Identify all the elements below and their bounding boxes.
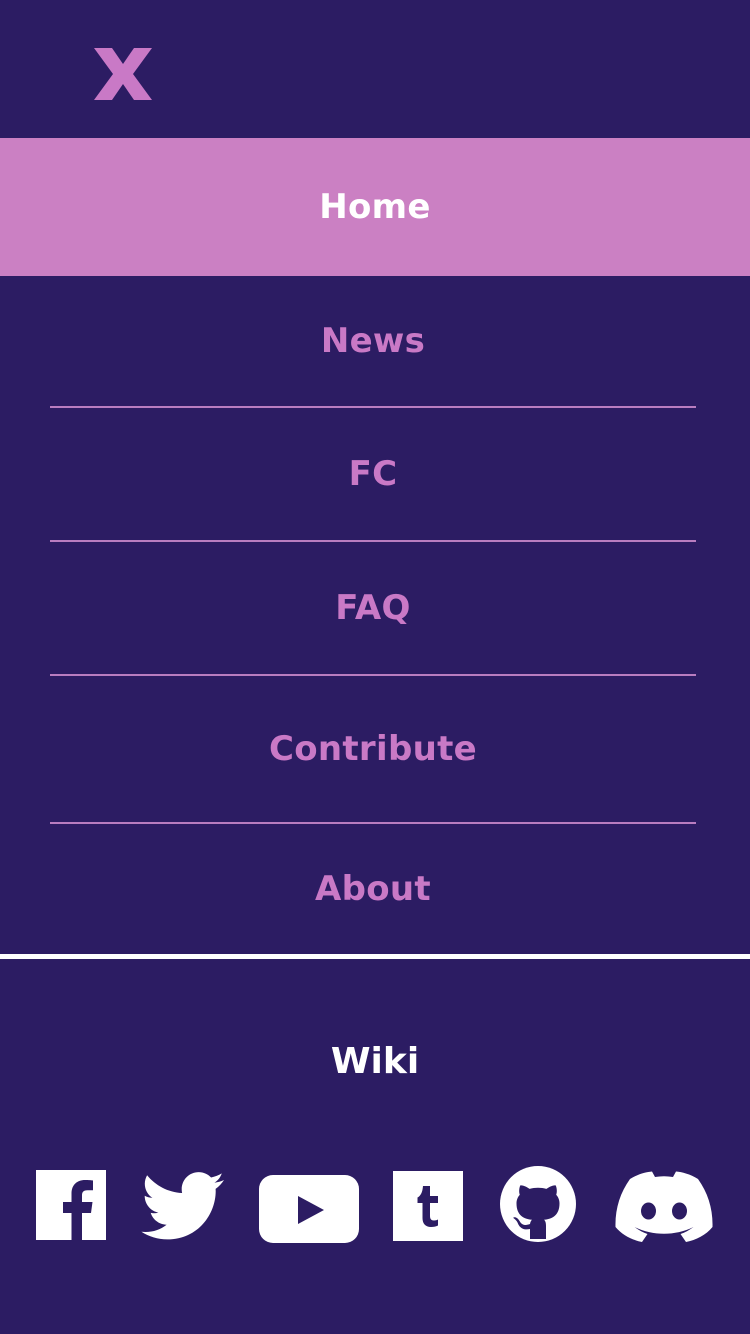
- nav-item-fc[interactable]: FC: [50, 408, 696, 540]
- tumblr-link[interactable]: [392, 1165, 464, 1243]
- youtube-link[interactable]: [258, 1165, 360, 1243]
- nav-item-news[interactable]: News: [50, 276, 696, 406]
- nav-item-label: About: [315, 869, 431, 909]
- discord-link[interactable]: [614, 1165, 714, 1243]
- nav-item-label: Home: [319, 187, 431, 227]
- nav-item-home[interactable]: Home: [0, 138, 750, 276]
- menu-header: [0, 0, 750, 138]
- facebook-link[interactable]: [36, 1165, 106, 1241]
- facebook-icon: [36, 1170, 106, 1240]
- twitter-link[interactable]: [140, 1165, 226, 1243]
- twitter-icon: [141, 1172, 224, 1240]
- section-divider: [0, 954, 750, 959]
- nav-menu-page: Home News FC FAQ Contribute About Wiki: [0, 0, 750, 1334]
- nav-item-contribute[interactable]: Contribute: [50, 676, 696, 822]
- discord-icon: [615, 1171, 713, 1242]
- youtube-icon: [259, 1175, 359, 1243]
- nav-item-label: Contribute: [268, 729, 478, 769]
- github-icon: [500, 1166, 576, 1242]
- close-icon: [94, 48, 152, 100]
- nav-item-label: FAQ: [335, 588, 411, 628]
- wiki-link[interactable]: Wiki: [0, 1030, 750, 1092]
- github-link[interactable]: [500, 1165, 578, 1243]
- nav-item-label: FC: [348, 454, 398, 494]
- close-button[interactable]: [92, 46, 154, 102]
- nav-item-faq[interactable]: FAQ: [50, 542, 696, 674]
- nav-item-label: News: [320, 321, 426, 361]
- wiki-label: Wiki: [330, 1040, 420, 1082]
- nav-item-about[interactable]: About: [50, 824, 696, 954]
- tumblr-icon: [393, 1171, 463, 1241]
